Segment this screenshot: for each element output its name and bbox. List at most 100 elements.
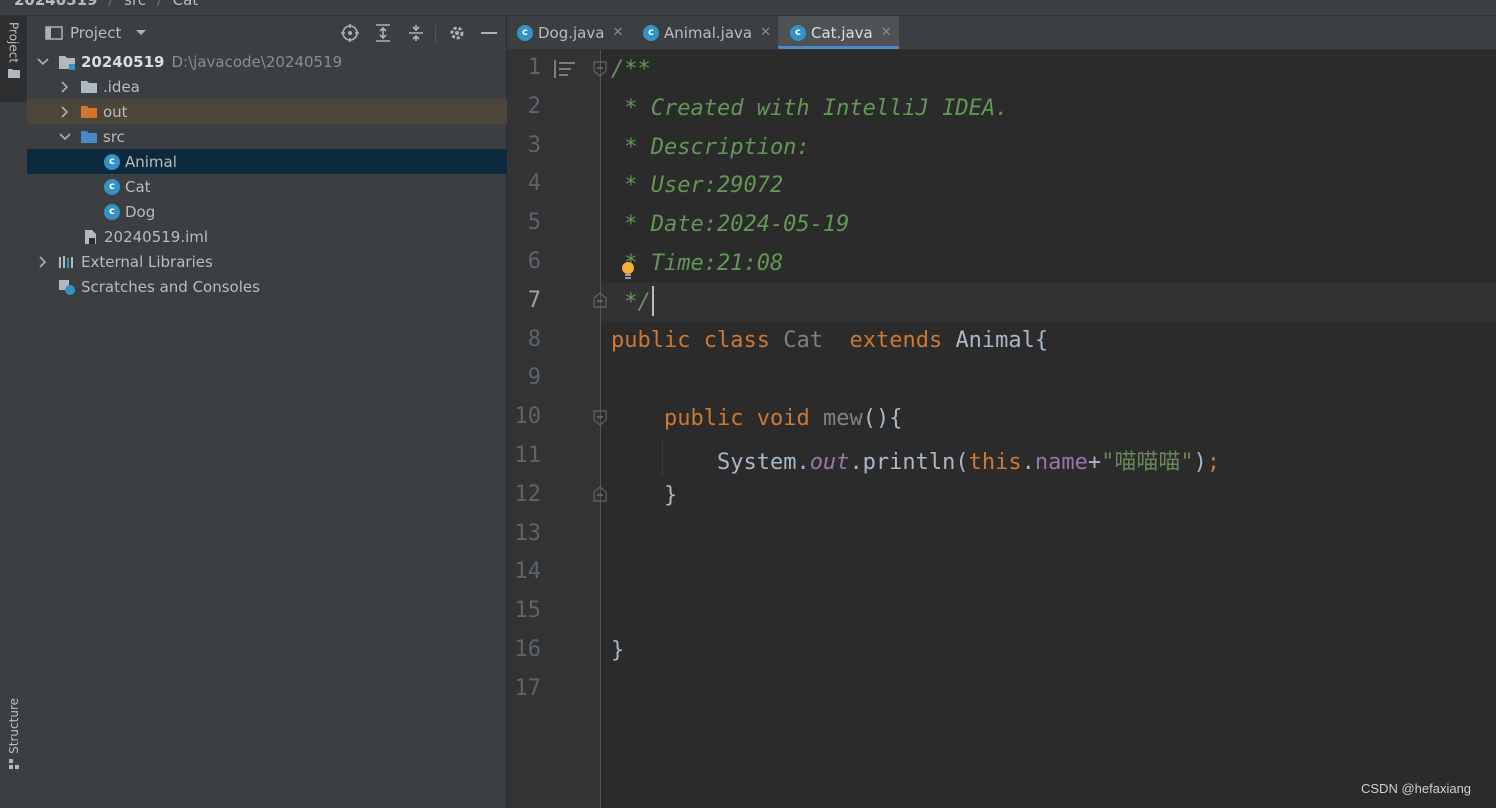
breadcrumb-separator: / [108,0,114,9]
line-number[interactable]: 16 [507,637,542,662]
project-view-selector[interactable]: Project [45,24,147,42]
chevron-down-icon[interactable] [36,55,50,69]
java-class-icon: c [643,24,659,41]
close-icon[interactable]: ✕ [881,25,892,40]
code-line-2: * Created with IntelliJ IDEA. [611,96,1009,121]
line-number[interactable]: 2 [507,94,541,119]
tree-item-label: .idea [103,77,140,96]
line-number[interactable]: 7 [507,288,541,313]
library-icon [58,254,76,270]
chevron-right-icon[interactable] [58,105,72,119]
line-number[interactable]: 9 [507,365,541,390]
structure-icon [8,758,19,769]
tab-cat-java[interactable]: c Cat.java ✕ [778,16,899,49]
tree-item-animal[interactable]: c Animal [27,149,583,174]
method-name: mew [822,406,863,431]
line-number[interactable]: 17 [507,676,542,701]
line-number[interactable]: 15 [507,598,542,623]
code-line-16: } [611,638,625,663]
scratches-icon [58,279,76,295]
chevron-right-icon[interactable] [58,80,72,94]
line-number[interactable]: 5 [507,210,541,235]
java-class-icon: c [790,24,806,41]
system-ref: System. [716,450,810,475]
project-panel-title: Project [70,23,122,42]
class-name: Cat [783,328,823,353]
line-number[interactable]: 1 [507,55,541,80]
tab-dog-java[interactable]: c Dog.java ✕ [517,16,639,49]
tree-item-external-libraries[interactable]: External Libraries [27,249,515,274]
excluded-folder-icon [80,104,98,120]
breadcrumb: 20240519 / src / Cat [0,0,1496,16]
watermark: CSDN @hefaxiang [1361,781,1472,796]
tree-item-idea[interactable]: .idea [27,74,537,99]
semicolon: ; [1206,450,1221,475]
gear-icon[interactable] [447,23,467,43]
project-tool-tab[interactable]: Project [0,16,27,102]
code-line-8: public class Cat extends Animal{ [611,328,1048,353]
fold-marker-icon[interactable] [593,410,607,426]
project-panel-header: Project [27,16,506,49]
fold-end-icon[interactable] [593,292,607,308]
chevron-right-icon[interactable] [36,255,50,269]
tab-label: Dog.java [538,23,605,42]
tree-item-label: Dog [125,202,156,221]
code-editor[interactable]: 1 2 3 4 5 6 7 8 9 10 11 12 13 14 15 16 17 /** * Created … [507,50,1496,808]
breadcrumb-project[interactable]: 20240519 [14,0,98,9]
code-line-5: * Date:2024-05-19 [611,212,850,237]
tree-item-cat[interactable]: c Cat [27,174,583,199]
tree-item-iml[interactable]: 20240519.iml [27,224,560,249]
keyword: extends [849,328,943,353]
static-field: out [809,450,850,475]
string-literal: "喵喵喵" [1101,450,1194,475]
structure-tool-tab[interactable]: Structure [0,698,27,788]
project-path: D:\javacode\20240519 [171,52,343,71]
line-number[interactable]: 11 [507,443,542,468]
tool-window-stripe: Project Structure [0,16,28,808]
line-number[interactable]: 3 [507,133,541,158]
tree-item-label: src [103,127,125,146]
line-number[interactable]: 12 [507,482,542,507]
tree-item-label: 20240519 [81,52,165,71]
close-icon[interactable]: ✕ [612,25,623,40]
breadcrumb-file[interactable]: Cat [173,0,199,9]
keyword: void [756,406,810,431]
tree-item-project-root[interactable]: 20240519 D:\javacode\20240519 [27,49,515,74]
collapse-all-icon[interactable] [406,23,426,43]
line-number[interactable]: 14 [507,559,542,584]
fold-end-icon[interactable] [593,486,607,502]
tree-item-dog[interactable]: c Dog [27,199,583,224]
keyword: public [611,328,691,353]
close-icon[interactable]: ✕ [760,25,771,40]
minimize-icon[interactable] [479,23,499,43]
tree-item-out[interactable]: out [27,99,537,124]
folder-icon [7,69,20,79]
code-line-6: * Time:21:08 [611,251,784,276]
breadcrumb-folder[interactable]: src [124,0,146,9]
tree-item-src[interactable]: src [27,124,537,149]
tab-animal-java[interactable]: c Animal.java ✕ [643,16,775,49]
superclass-name: Animal{ [955,328,1049,353]
tree-item-scratches[interactable]: Scratches and Consoles [27,274,537,299]
tree-item-label: 20240519.iml [104,227,209,246]
line-number[interactable]: 10 [507,404,542,429]
keyword: public [663,406,744,431]
lightbulb-icon[interactable] [620,260,636,282]
java-class-icon: c [104,203,120,220]
project-panel: Project 20240519 D:\javacode\20240519 .i… [27,16,583,808]
tree-item-label: out [103,102,128,121]
code-line-11: System.out.println(this.name+"喵喵喵"); [611,444,1220,476]
doc-comment-toggle-icon[interactable] [554,60,578,80]
locate-icon[interactable] [340,23,360,43]
line-number[interactable]: 13 [507,521,542,546]
expand-all-icon[interactable] [373,23,393,43]
java-class-icon: c [104,178,120,195]
code-line-7: */ [611,290,651,315]
operator: + [1087,450,1102,475]
line-number[interactable]: 6 [507,249,541,274]
line-number[interactable]: 4 [507,171,541,196]
chevron-down-icon[interactable] [58,130,72,144]
dropdown-arrow-icon [136,29,147,35]
fold-marker-icon[interactable] [593,61,607,77]
line-number[interactable]: 8 [507,327,541,352]
